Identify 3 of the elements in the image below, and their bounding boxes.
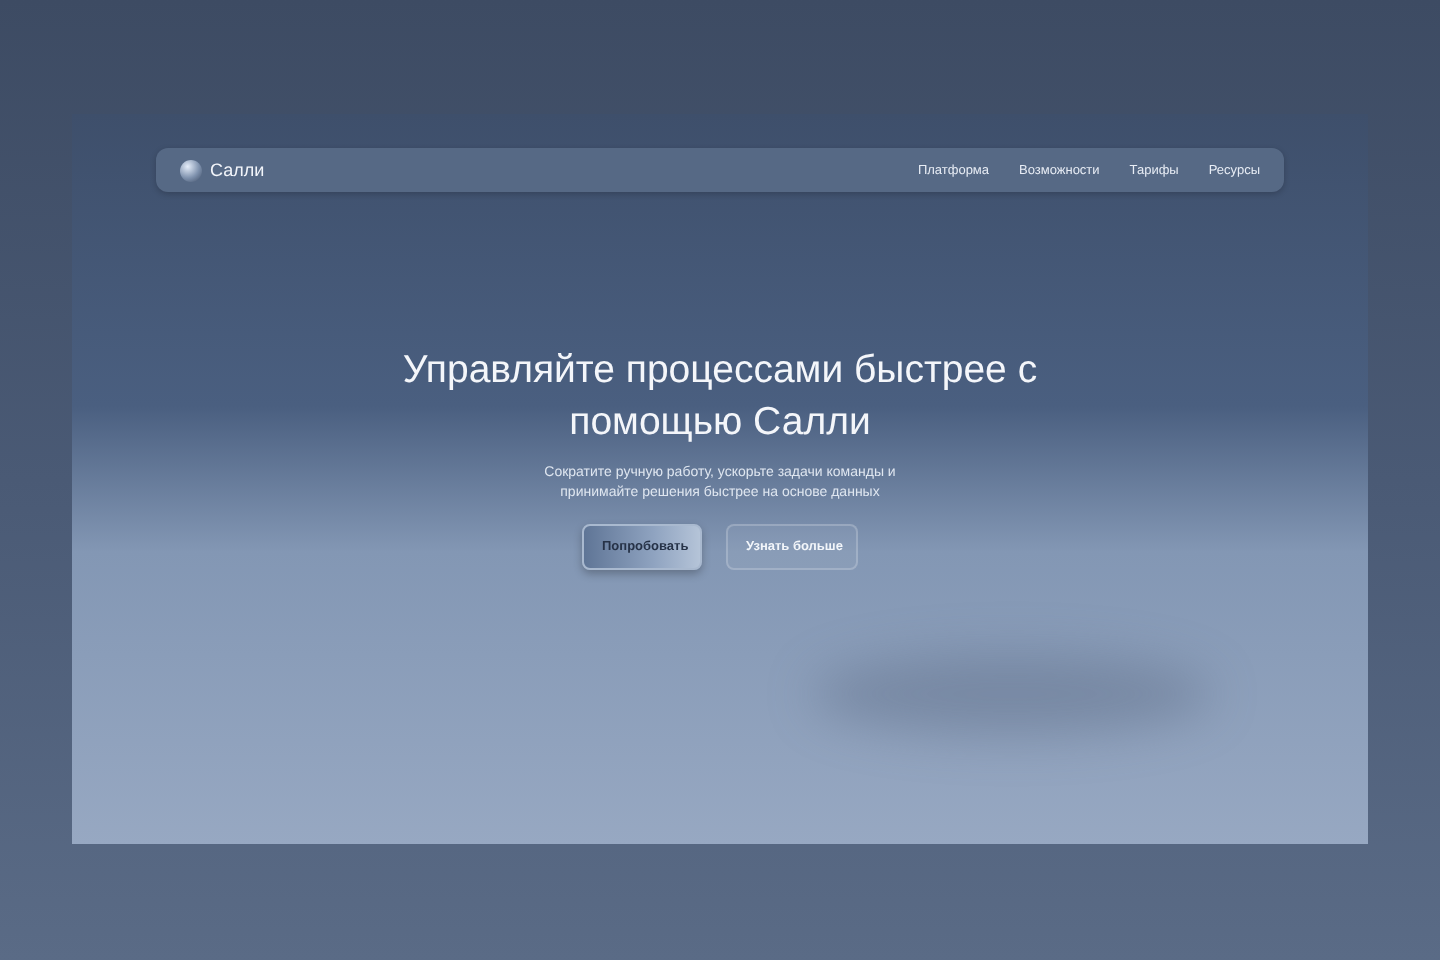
hero-title: Управляйте процессами быстрее с помощью Салли [400, 346, 1040, 448]
brand-name: Салли [210, 160, 265, 180]
sphere-logo-icon [180, 159, 202, 181]
